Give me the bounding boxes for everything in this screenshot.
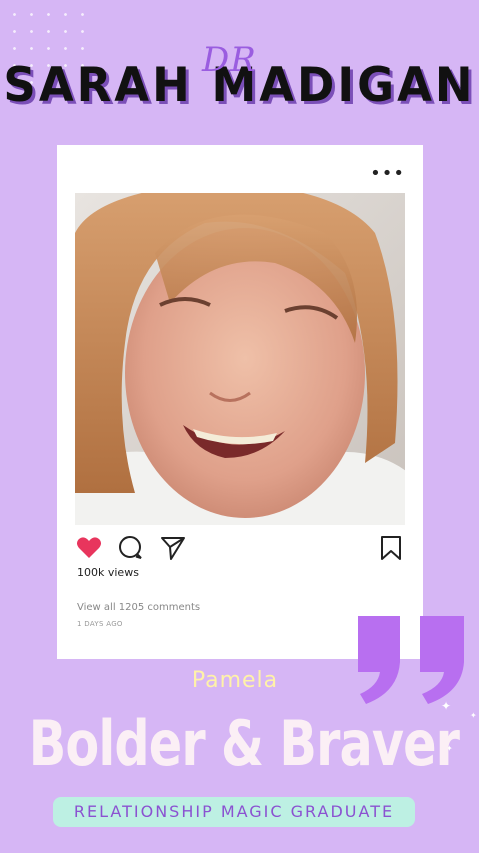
comment-icon[interactable] [117, 534, 145, 562]
post-photo[interactable] [75, 193, 405, 525]
bookmark-icon[interactable] [377, 534, 405, 562]
logo-prefix: DR [202, 40, 257, 80]
sparkle-icon: ✦ [470, 711, 477, 720]
view-comments-link[interactable]: View all 1205 comments [77, 602, 200, 613]
heart-icon[interactable] [75, 534, 103, 562]
more-horizontal-icon[interactable]: ••• [370, 165, 405, 183]
social-post-card: ••• 100k views View all 1205 comments 1 … [57, 145, 423, 659]
post-timestamp: 1 DAYS AGO [77, 620, 123, 628]
graduate-badge: RELATIONSHIP MAGIC GRADUATE [53, 797, 415, 827]
brand-logo: SARAH MADIGAN SARAH MADIGAN DR [0, 38, 479, 118]
post-actions [75, 534, 405, 562]
quote-icon [358, 616, 464, 704]
portrait-photo [75, 193, 405, 525]
view-count: 100k views [77, 566, 139, 579]
testimonial-person: Pamela [191, 668, 279, 693]
send-icon[interactable] [159, 534, 187, 562]
testimonial-headline: Bolder & Braver [28, 708, 460, 781]
